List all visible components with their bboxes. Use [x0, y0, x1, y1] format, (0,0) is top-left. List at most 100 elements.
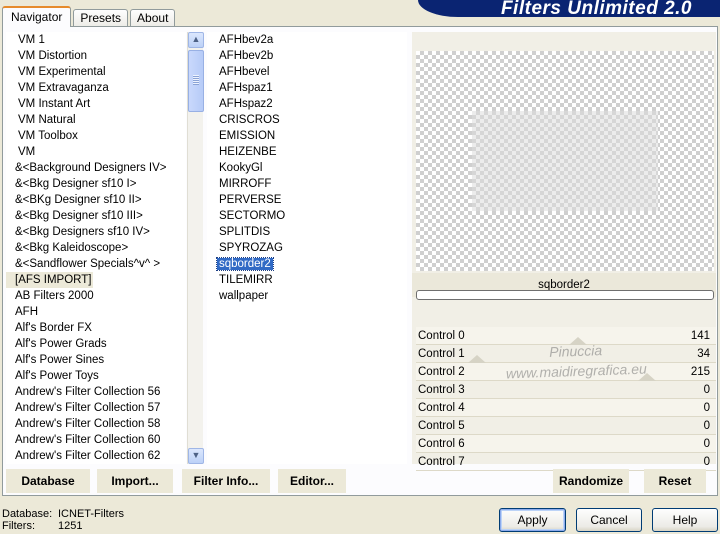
category-item[interactable]: Alf's Power Sines [6, 352, 186, 368]
slider-thumb[interactable] [568, 337, 587, 345]
control-value: 34 [697, 348, 710, 360]
category-item[interactable]: VM Natural [6, 112, 186, 128]
control-slider-row[interactable]: Control 0 141 [416, 327, 716, 345]
filter-item[interactable]: CRISCROS [207, 112, 407, 128]
category-item[interactable]: VM Instant Art [6, 96, 186, 112]
progress-bar [416, 290, 714, 300]
filter-item-label: SPLITDIS [219, 226, 271, 238]
help-button[interactable]: Help [652, 508, 718, 532]
control-slider-row[interactable]: Control 5 0 [416, 417, 716, 435]
app-title: Filters Unlimited 2.0 [500, 0, 692, 19]
control-value: 0 [703, 438, 710, 450]
category-scrollbar[interactable]: ▲ ▼ [187, 32, 204, 464]
slider-thumb[interactable] [638, 373, 657, 381]
category-item[interactable]: &<Sandflower Specials^v^ > [6, 256, 186, 272]
filter-item[interactable]: AFHbev2a [207, 32, 407, 48]
category-item[interactable]: &<Bkg Designers sf10 IV> [6, 224, 186, 240]
status-area: Database: ICNET-Filters Filters: 1251 [2, 508, 124, 532]
control-slider-row[interactable]: Control 6 0 [416, 435, 716, 453]
apply-button[interactable]: Apply [499, 508, 566, 532]
preview-pane: sqborder2 Control 0 141 Control 1 34 Control… [412, 32, 716, 471]
cancel-button[interactable]: Cancel [576, 508, 642, 532]
filter-item-label: AFHbevel [219, 66, 270, 78]
category-item[interactable]: Andrew's Filter Collection 56 [6, 384, 186, 400]
category-item[interactable]: [AFS IMPORT] [6, 272, 94, 288]
filter-item-label: PERVERSE [219, 194, 282, 206]
filter-item[interactable]: MIRROFF [207, 176, 407, 192]
control-slider-row[interactable]: Control 4 0 [416, 399, 716, 417]
database-label: Database [21, 474, 75, 488]
filter-item-label: SPYROZAG [219, 242, 283, 254]
category-item[interactable]: VM Toolbox [6, 128, 186, 144]
control-label: Control 2 [418, 366, 465, 378]
category-item[interactable]: AFH [6, 304, 186, 320]
filter-item[interactable]: SPYROZAG [207, 240, 407, 256]
category-item[interactable]: Andrew's Filter Collection 60 [6, 432, 186, 448]
category-item[interactable]: Andrew's Filter Collection 62 [6, 448, 186, 464]
filter-item-label: AFHbev2b [219, 50, 274, 62]
filter-item[interactable]: AFHspaz2 [207, 96, 407, 112]
tab-about[interactable]: About [130, 9, 176, 27]
filter-info-label: Filter Info... [193, 474, 259, 488]
controls-list: Control 0 141 Control 1 34 Control 2 215 Contr… [416, 327, 716, 471]
filter-item[interactable]: TILEMIRR [207, 272, 407, 288]
filter-item[interactable]: AFHbev2b [207, 48, 407, 64]
control-value: 141 [690, 330, 710, 342]
database-button[interactable]: Database [6, 469, 90, 493]
chevron-up-icon[interactable]: ▲ [188, 32, 204, 48]
category-item[interactable]: AB Filters 2000 [6, 288, 186, 304]
category-item[interactable]: &<Bkg Kaleidoscope> [6, 240, 186, 256]
editor-button[interactable]: Editor... [278, 469, 346, 493]
control-slider-row[interactable]: Control 1 34 [416, 345, 716, 363]
tab-presets[interactable]: Presets [73, 9, 129, 27]
filter-item[interactable]: KookyGl [207, 160, 407, 176]
control-slider-row[interactable]: Control 2 215 [416, 363, 716, 381]
status-filters-label: Filters: [2, 520, 35, 532]
category-item[interactable]: Alf's Power Toys [6, 368, 186, 384]
category-item[interactable]: &<BKg Designer sf10 II> [6, 192, 186, 208]
control-label: Control 1 [418, 348, 465, 360]
filter-item-label: CRISCROS [219, 114, 280, 126]
filter-item[interactable]: wallpaper [207, 288, 407, 304]
category-item[interactable]: &<Bkg Designer sf10 III> [6, 208, 186, 224]
title-banner: Filters Unlimited 2.0 [418, 0, 720, 19]
control-label: Control 3 [418, 384, 465, 396]
category-list[interactable]: VM 1 VM Distortion VM Experimental VM Extra… [6, 32, 186, 464]
category-item[interactable]: &<Bkg Designer sf10 I> [6, 176, 186, 192]
import-button[interactable]: Import... [97, 469, 173, 493]
category-item[interactable]: Alf's Power Grads [6, 336, 186, 352]
filter-item-label: EMISSION [219, 130, 276, 142]
filter-item[interactable]: AFHspaz1 [207, 80, 407, 96]
tab-navigator[interactable]: Navigator [2, 6, 72, 27]
category-item[interactable]: VM 1 [6, 32, 186, 48]
category-item[interactable]: Andrew's Filter Collection 58 [6, 416, 186, 432]
preview-image [416, 51, 714, 271]
slider-thumb[interactable] [468, 355, 486, 363]
control-slider-row[interactable]: Control 3 0 [416, 381, 716, 399]
filter-item[interactable]: SECTORMO [207, 208, 407, 224]
filter-item[interactable]: SPLITDIS [207, 224, 407, 240]
category-item[interactable]: VM Experimental [6, 64, 186, 80]
filter-info-button[interactable]: Filter Info... [182, 469, 270, 493]
category-item[interactable]: Andrew's Filter Collection 57 [6, 400, 186, 416]
category-item[interactable]: &<Background Designers IV> [6, 160, 186, 176]
control-value: 0 [703, 402, 710, 414]
preview-inner-area [472, 111, 658, 211]
filter-item[interactable]: sqborder2 [207, 256, 407, 272]
scrollbar-thumb[interactable] [188, 50, 204, 112]
filter-item[interactable]: PERVERSE [207, 192, 407, 208]
filter-item[interactable]: AFHbevel [207, 64, 407, 80]
category-item[interactable]: VM [6, 144, 186, 160]
filter-item-label: sqborder2 [216, 257, 274, 271]
control-label: Control 0 [418, 330, 465, 342]
chevron-down-icon[interactable]: ▼ [188, 448, 204, 464]
category-item[interactable]: Alf's Border FX [6, 320, 186, 336]
reset-button[interactable]: Reset [644, 469, 706, 493]
filter-item[interactable]: EMISSION [207, 128, 407, 144]
category-item[interactable]: VM Extravaganza [6, 80, 186, 96]
filter-list[interactable]: AFHbev2a AFHbev2b AFHbevel AFHspaz1 AFHspaz2… [207, 32, 407, 464]
filter-item[interactable]: HEIZENBE [207, 144, 407, 160]
filter-item-label: KookyGl [219, 162, 263, 174]
randomize-button[interactable]: Randomize [553, 469, 629, 493]
category-item[interactable]: VM Distortion [6, 48, 186, 64]
